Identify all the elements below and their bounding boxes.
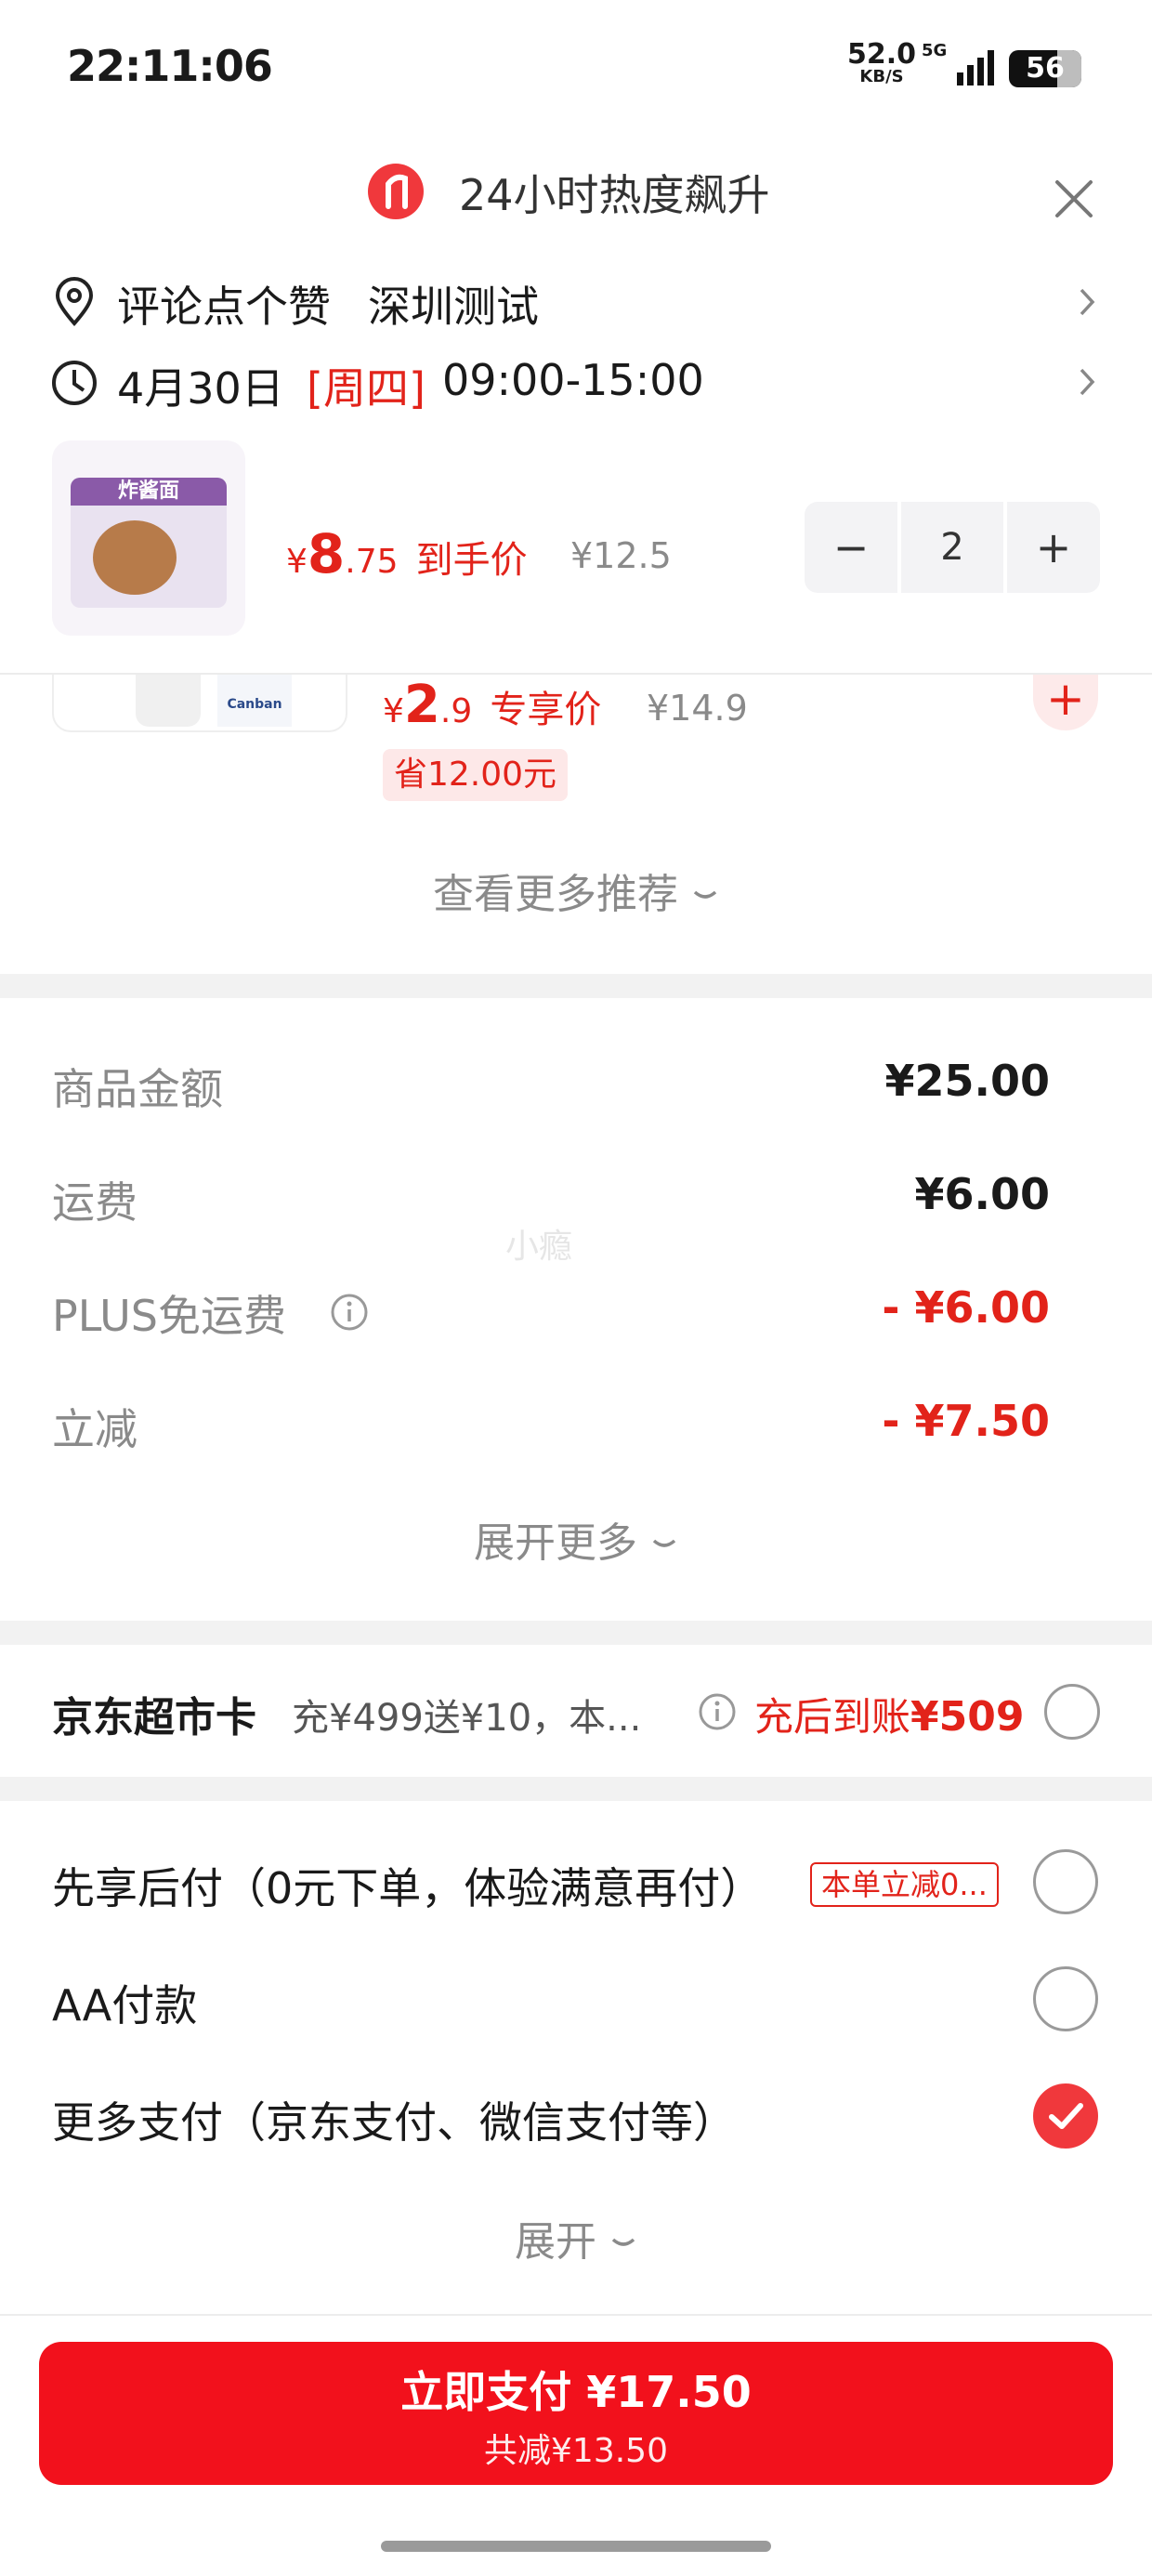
card-result: 充后到账¥509 [754, 1693, 1025, 1741]
section-separator [0, 1777, 1152, 1801]
pay-option-label: 更多支付（京东支付、微信支付等） [52, 2097, 736, 2148]
payment-expand-link[interactable]: 展开 [0, 2208, 1152, 2267]
info-icon[interactable] [697, 1691, 738, 1732]
quantity-plus-button[interactable]: + [1007, 502, 1100, 593]
chevron-right-icon [1078, 366, 1096, 398]
checkmark-icon[interactable] [1033, 2083, 1098, 2149]
reco-price: ¥2.9 专享价 [383, 675, 602, 735]
payment-options: 先享后付（0元下单，体验满意再付） 本单立减0... AA付款 更多支付（京东支… [0, 1801, 1152, 2321]
original-price: ¥12.5 [570, 535, 672, 576]
summary-label-plus: PLUS免运费 [52, 1291, 286, 1341]
delivery-row[interactable]: 4月30日 [周四] 09:00-15:00 [0, 349, 1152, 414]
pay-option-later[interactable]: 先享后付（0元下单，体验满意再付） 本单立减0... [0, 1838, 1152, 1922]
battery-icon: 56 [1009, 50, 1081, 87]
summary-value-discount: - ¥7.50 [882, 1396, 1050, 1446]
pay-option-radio[interactable] [1033, 1849, 1098, 1914]
clock-icon [50, 359, 98, 407]
address-city: 深圳测试 [368, 282, 539, 332]
summary-value-shipping: ¥6.00 [914, 1169, 1050, 1219]
address-name: 评论点个赞 [117, 282, 331, 332]
summary-expand-link[interactable]: 展开更多 [0, 1509, 1152, 1569]
home-indicator [381, 2541, 771, 2552]
summary-label-discount: 立减 [52, 1404, 137, 1454]
hot-flame-icon [368, 164, 424, 219]
price-summary: 商品金额 ¥25.00 运费 ¥6.00 小瘾 PLUS免运费 - ¥6.00 … [0, 998, 1152, 1621]
section-separator [0, 1621, 1152, 1645]
more-reco-link[interactable]: 查看更多推荐 [0, 861, 1152, 920]
info-icon[interactable] [329, 1292, 370, 1333]
summary-label-goods: 商品金额 [52, 1064, 223, 1114]
reco-item: Canban ¥2.9 专享价 ¥14.9 省12.00元 + [0, 675, 1152, 814]
card-desc: 充¥499送¥10，本... [292, 1697, 642, 1740]
quantity-minus-button[interactable]: − [805, 502, 897, 593]
summary-value-plus: - ¥6.00 [882, 1282, 1050, 1333]
reco-image-label: Canban [227, 697, 282, 712]
address-row[interactable]: 评论点个赞 深圳测试 [0, 269, 1152, 335]
pay-now-sub: 共减¥13.50 [484, 2432, 668, 2470]
product-price: ¥8.75 到手价 [286, 522, 528, 585]
network-speed: 52.0 KB/S [847, 38, 917, 86]
card-select-radio[interactable] [1044, 1684, 1100, 1740]
location-pin-icon [52, 277, 97, 327]
status-bar: 22:11:06 52.0 KB/S 5G 56 [0, 0, 1152, 130]
delivery-time-range: 09:00-15:00 [442, 355, 704, 405]
pay-option-badge: 本单立减0... [810, 1862, 999, 1907]
reco-save-badge: 省12.00元 [383, 749, 569, 801]
toast-text: 24小时热度飙升 [459, 170, 770, 220]
chevron-down-icon [611, 2238, 635, 2246]
reco-original-price: ¥14.9 [647, 688, 748, 729]
quantity-value[interactable]: 2 [901, 502, 1003, 593]
delivery-date: 4月30日 [117, 363, 284, 414]
card-title: 京东超市卡 [52, 1694, 256, 1741]
chevron-down-icon [693, 890, 717, 899]
pay-option-aa[interactable]: AA付款 [0, 1955, 1152, 2039]
reco-add-button[interactable]: + [1033, 675, 1098, 730]
chevron-down-icon [652, 1539, 676, 1547]
divider [0, 2314, 1152, 2316]
summary-label-shipping: 运费 [52, 1177, 137, 1228]
summary-value-goods: ¥25.00 [884, 1056, 1050, 1106]
supermarket-card-row[interactable]: 京东超市卡 充¥499送¥10，本... 充后到账¥509 [0, 1645, 1152, 1777]
pay-option-label: 先享后付（0元下单，体验满意再付） [52, 1863, 764, 1913]
pay-option-radio[interactable] [1033, 1966, 1098, 2031]
pay-option-more[interactable]: 更多支付（京东支付、微信支付等） [0, 2072, 1152, 2156]
delivery-weekday: [周四] [307, 363, 425, 414]
product-image-label: 炸酱面 [117, 480, 179, 503]
product-item: 炸酱面 ¥8.75 到手价 ¥12.5 − 2 + [0, 437, 1152, 641]
pay-now-button[interactable]: 立即支付 ¥17.50 共减¥13.50 [39, 2342, 1113, 2485]
chevron-right-icon [1078, 286, 1096, 318]
signal-icon: 5G [922, 41, 994, 91]
close-icon[interactable] [1054, 178, 1094, 219]
pay-option-label: AA付款 [52, 1980, 198, 2031]
watermark: 小瘾 [505, 1228, 573, 1266]
section-separator [0, 974, 1152, 998]
status-time: 22:11:06 [67, 41, 273, 91]
quantity-stepper: − 2 + [805, 502, 1100, 593]
reco-image[interactable]: Canban [52, 675, 347, 732]
pay-now-label: 立即支付 ¥17.50 [400, 2367, 752, 2417]
product-image[interactable]: 炸酱面 [52, 440, 245, 636]
